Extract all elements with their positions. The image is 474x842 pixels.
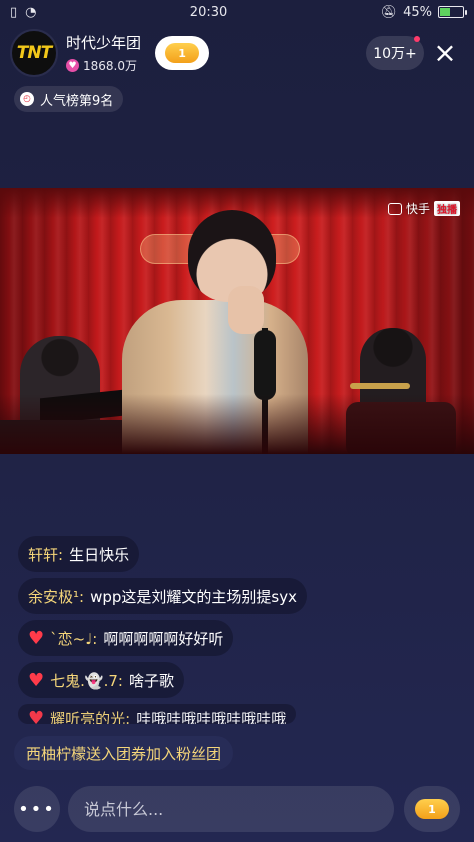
bottom-bar: ••• 1 [0, 784, 474, 832]
battery-level [439, 8, 450, 16]
chat-message[interactable]: ♥ 七鬼.👻.7: 啥子歌 [18, 662, 184, 698]
heart-icon: ♥ [28, 669, 45, 691]
status-bar: ▯ ◔ 20:30 🔕︎ 45% [0, 0, 474, 24]
anchor-likes: ♥ 1868.0万 [66, 57, 141, 74]
watermark-text: 快手 [405, 202, 430, 216]
chat-text: 啥子歌 [128, 671, 174, 690]
mute-icon: 🔕︎ [380, 4, 398, 20]
chat-username[interactable]: 轩轩: [28, 544, 63, 565]
chat-username[interactable]: 七鬼.👻.7: [50, 670, 123, 691]
chat-text: wpp这是刘耀文的主场别提syx [90, 587, 297, 606]
wing-badge-icon: 1 [165, 43, 200, 63]
follow-button[interactable]: 1 [155, 36, 210, 70]
chat-message[interactable]: 轩轩: 生日快乐 [18, 536, 140, 572]
close-button[interactable]: × [430, 38, 460, 68]
battery-percent: 45% [403, 4, 432, 20]
microphone [254, 330, 276, 400]
notification-dot [414, 36, 420, 42]
stage-floor [0, 394, 474, 454]
chat-username[interactable]: 耀听亮的光: [50, 708, 130, 724]
anchor-likes-count: 1868.0万 [83, 59, 137, 73]
fan-club-join-notice: 西柚柠檬送入团券加入粉丝团 [14, 736, 234, 770]
chat-message[interactable]: ♥ `恋~♩: 啊啊啊啊啊好好听 [18, 620, 234, 656]
chat-text: 哇哦哇哦哇哦哇哦哇哦 [136, 710, 287, 724]
chat-list[interactable]: 轩轩: 生日快乐 余安极¹: wpp这是刘耀文的主场别提syx ♥ `恋~♩: … [18, 536, 458, 724]
clock-icon: ◴ [20, 92, 34, 106]
status-left: ▯ ◔ [10, 5, 37, 20]
heart-icon: ♥ [28, 708, 45, 724]
like-heart-icon: ♥ [66, 59, 79, 72]
status-time: 20:30 [189, 4, 228, 20]
wing-badge-icon: 1 [415, 799, 449, 819]
popularity-rank-label: 人气榜第9名 [40, 93, 114, 109]
anchor-info: 时代少年团 ♥ 1868.0万 [66, 32, 141, 74]
anchor-name[interactable]: 时代少年团 [66, 32, 141, 53]
chat-text: 啊啊啊啊啊好好听 [103, 629, 224, 648]
battery-icon [437, 6, 467, 18]
heart-icon: ♥ [28, 627, 45, 649]
status-right: 🔕︎ 45% [380, 4, 467, 20]
exclusive-tag: 独播 [434, 201, 460, 216]
sim-icon: ▯ [10, 4, 18, 20]
chat-text: 生日快乐 [69, 545, 130, 564]
singer-head [188, 210, 276, 302]
gift-button[interactable]: 1 [404, 786, 460, 832]
live-video[interactable]: 快手 独播 [0, 188, 474, 454]
anchor-avatar[interactable]: TNT [10, 29, 58, 77]
chat-username[interactable]: `恋~♩: [50, 628, 97, 649]
singer-hand [228, 286, 264, 334]
kuaishou-watermark: 快手 独播 [387, 200, 460, 217]
popularity-rank-tag[interactable]: ◴ 人气榜第9名 [14, 86, 124, 112]
more-button[interactable]: ••• [14, 786, 60, 832]
viewer-count: 10万+ [373, 46, 417, 62]
cymbal [350, 383, 410, 389]
anchor-card[interactable]: TNT 时代少年团 ♥ 1868.0万 1 [10, 29, 210, 77]
viewer-count-button[interactable]: 10万+ [366, 36, 424, 70]
comment-input[interactable] [68, 786, 394, 832]
chat-username[interactable]: 余安极¹: [28, 586, 84, 607]
kuaishou-logo-icon [387, 202, 402, 215]
chat-message[interactable]: ♥ 耀听亮的光: 哇哦哇哦哇哦哇哦哇哦 [18, 704, 297, 724]
chat-message[interactable]: 余安极¹: wpp这是刘耀文的主场别提syx [18, 578, 307, 614]
wifi-icon: ◔ [25, 4, 37, 20]
